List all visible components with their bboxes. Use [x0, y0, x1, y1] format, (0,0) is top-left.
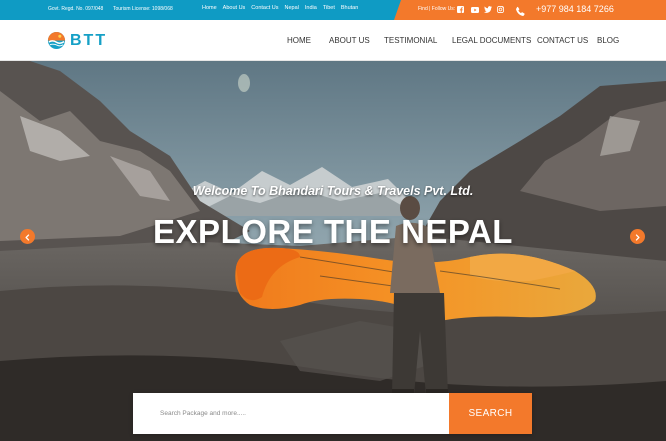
top-link-contact-us[interactable]: Contact Us	[251, 5, 278, 11]
search-button[interactable]: SEARCH	[449, 393, 532, 434]
nav-home[interactable]: HOME	[287, 36, 311, 45]
logo-globe-icon[interactable]	[47, 31, 66, 50]
hero-heading: EXPLORE THE NEPAL	[153, 213, 513, 250]
top-link-about-us[interactable]: About Us	[223, 5, 246, 11]
twitter-icon[interactable]	[483, 5, 492, 14]
youtube-icon[interactable]	[470, 5, 479, 14]
top-link-india[interactable]: India	[305, 5, 317, 11]
top-links: Home About Us Contact Us Nepal India Tib…	[202, 5, 358, 11]
top-link-bhutan[interactable]: Bhutan	[341, 5, 358, 11]
instagram-icon[interactable]	[496, 5, 505, 14]
hero-slider: Welcome To Bhandari Tours & Travels Pvt.…	[0, 61, 666, 441]
facebook-icon[interactable]	[456, 5, 465, 14]
package-search-bar: SEARCH	[133, 393, 532, 434]
logo-text[interactable]: BTT	[70, 32, 107, 50]
phone-icon	[515, 4, 526, 16]
hero-background-image	[0, 61, 666, 441]
nav-testimonial[interactable]: TESTIMONIAL	[384, 36, 437, 45]
nav-contact-us[interactable]: CONTACT US	[537, 36, 588, 45]
nav-blog[interactable]: BLOG	[597, 36, 619, 45]
phone-number[interactable]: +977 984 184 7266	[536, 4, 614, 14]
slider-prev-button[interactable]	[20, 229, 35, 244]
top-link-home[interactable]: Home	[202, 5, 217, 11]
chevron-left-icon	[24, 228, 31, 246]
follow-label: Find | Follow Us:	[418, 6, 456, 12]
hero-welcome-text: Welcome To Bhandari Tours & Travels Pvt.…	[192, 184, 474, 198]
tourism-license: Tourism License: 1098/068	[113, 6, 173, 12]
govt-registration: Govt. Regd. No. 097/048	[48, 6, 104, 12]
top-link-tibet[interactable]: Tibet	[323, 5, 335, 11]
nav-about-us[interactable]: ABOUT US	[329, 36, 370, 45]
package-search-input[interactable]	[133, 393, 449, 434]
chevron-right-icon	[634, 228, 641, 246]
nav-legal-documents[interactable]: LEGAL DOCUMENTS	[452, 36, 531, 45]
slider-next-button[interactable]	[630, 229, 645, 244]
site-header: BTT HOME ABOUT US TESTIMONIAL LEGAL DOCU…	[0, 20, 666, 61]
top-link-nepal[interactable]: Nepal	[285, 5, 299, 11]
